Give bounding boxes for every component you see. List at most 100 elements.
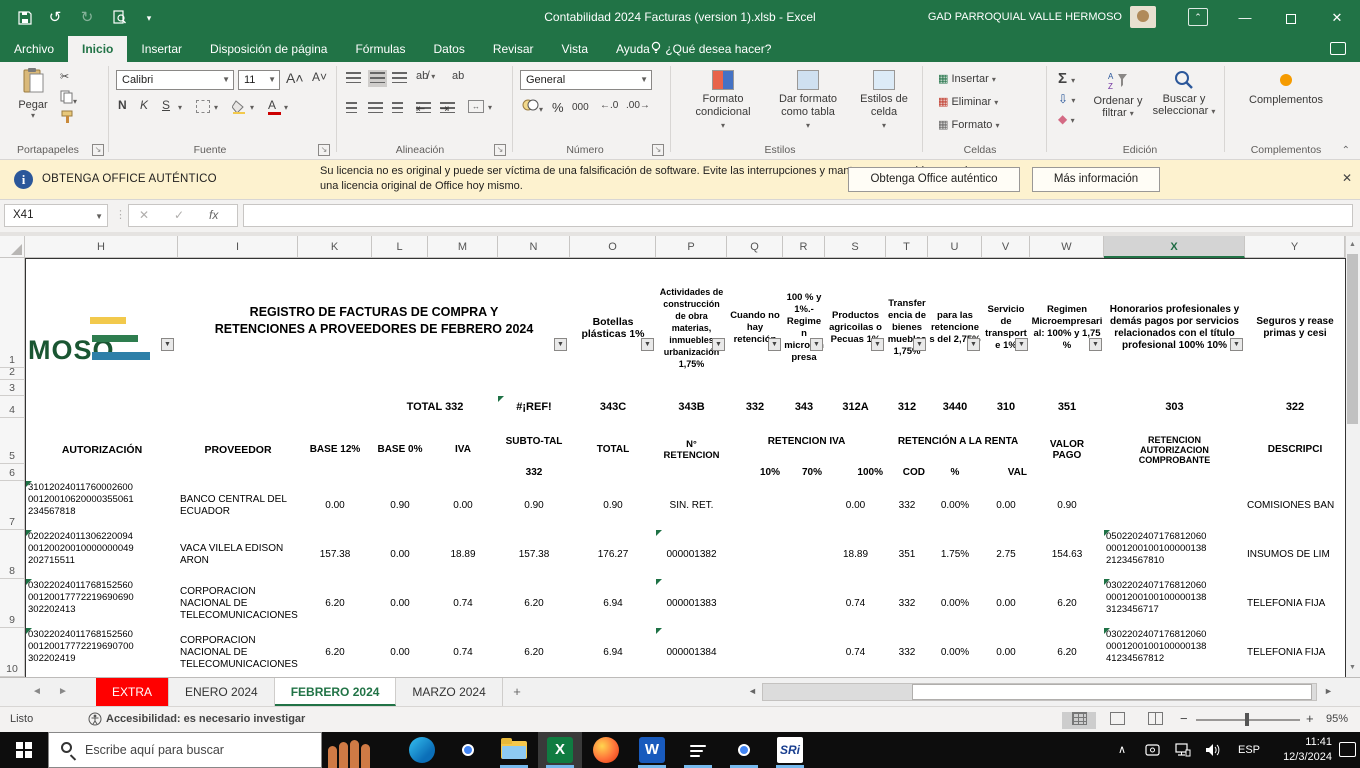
header-proveedor[interactable]: PROVEEDOR (178, 418, 299, 482)
cell-O10[interactable]: 6.94 (570, 628, 657, 677)
user-avatar[interactable] (1130, 6, 1156, 28)
font-color-dropdown-icon[interactable]: ▾ (284, 103, 288, 112)
cell-P10[interactable]: 000001384 (656, 628, 728, 677)
orientation-icon[interactable]: ab̸ ▾ (416, 70, 435, 82)
cell-S10[interactable]: 0.74 (825, 628, 887, 677)
cell-R10[interactable] (783, 628, 826, 677)
tall-header-T[interactable]: Transferencia de bienes muebles 1,75% ▼ (886, 258, 929, 397)
column-header-L[interactable]: L (372, 236, 428, 258)
ribbon-tab-datos[interactable]: Datos (419, 36, 478, 62)
cell-Q4[interactable]: 332 (727, 396, 784, 419)
cell-S8[interactable]: 18.89 (825, 530, 887, 580)
format-painter-icon[interactable] (60, 110, 74, 127)
hscroll-left-icon[interactable]: ◄ (748, 686, 757, 696)
cell-Q7[interactable] (727, 481, 784, 531)
header-subtotal-332[interactable]: 332 (498, 464, 571, 482)
column-header-Q[interactable]: Q (727, 236, 783, 258)
cell-I4[interactable] (178, 396, 299, 419)
taskbar-word-icon[interactable]: W (630, 732, 674, 768)
sheet-tab-extra[interactable]: EXTRA (96, 678, 170, 706)
name-box[interactable]: X41 ▼ (4, 204, 108, 227)
header-ret-10[interactable]: 10% (727, 464, 784, 482)
cell-K9[interactable]: 6.20 (298, 579, 373, 629)
filter-icon-U[interactable]: ▼ (967, 338, 980, 351)
cell-O4[interactable]: 343C (570, 396, 657, 419)
font-color-icon[interactable]: A (268, 98, 281, 115)
cell-Y9[interactable]: TELEFONIA FIJA (1245, 579, 1346, 629)
cancel-entry-icon[interactable]: ✕ (139, 208, 149, 222)
action-center-icon[interactable] (1339, 742, 1356, 757)
minimize-button[interactable]: — (1222, 0, 1268, 36)
header-num-retencion[interactable]: N° RETENCION (656, 418, 728, 482)
logo-cell[interactable]: MOSO ▼ (25, 258, 179, 397)
cell-W10[interactable]: 6.20 (1030, 628, 1105, 677)
wrap-text-icon[interactable]: ab (452, 70, 464, 82)
ribbon-tab-revisar[interactable]: Revisar (479, 36, 548, 62)
cell-N7[interactable]: 0.90 (498, 481, 571, 531)
header-valor-pago[interactable]: VALOR PAGO (1030, 418, 1105, 482)
clear-icon[interactable]: ◆ ▾ (1058, 112, 1075, 126)
zoom-out-icon[interactable]: − (1180, 711, 1188, 726)
cell-R8[interactable] (783, 530, 826, 580)
comma-style-icon[interactable]: 000 (572, 102, 589, 113)
currency-icon[interactable]: ▾ (522, 98, 543, 115)
cell-M9[interactable]: 0.74 (428, 579, 499, 629)
sheet-title-cell[interactable]: REGISTRO DE FACTURAS DE COMPRA Y RETENCI… (178, 258, 571, 397)
header-total[interactable]: TOTAL (570, 418, 657, 482)
decrease-indent-icon[interactable]: ⇤ (416, 102, 431, 115)
cell-V9[interactable]: 0.00 (982, 579, 1031, 629)
cell-O7[interactable]: 0.90 (570, 481, 657, 531)
cell-O8[interactable]: 176.27 (570, 530, 657, 580)
cell-W7[interactable]: 0.90 (1030, 481, 1105, 531)
header-base12[interactable]: BASE 12% (298, 418, 373, 482)
cell-Q10[interactable] (727, 628, 784, 677)
filter-icon-Q[interactable]: ▼ (768, 338, 781, 351)
horizontal-scroll-thumb[interactable] (912, 684, 1312, 700)
row-header-9[interactable]: 9 (0, 579, 25, 628)
align-middle-icon[interactable] (368, 70, 387, 87)
tall-header-V[interactable]: Servicio de transporte 1% ▼ (982, 258, 1031, 397)
header-retencion-renta[interactable]: RETENCIÓN A LA RENTA (886, 418, 1031, 465)
cell-H9[interactable]: 03022024011768152560 0012001777221969069… (25, 579, 179, 629)
cell-M8[interactable]: 18.89 (428, 530, 499, 580)
cell-P4[interactable]: 343B (656, 396, 728, 419)
tall-header-Q[interactable]: Cuando no hay retención ▼ (727, 258, 784, 397)
tall-header-S[interactable]: Productos agricoilas o Pecuas 1% ▼ (825, 258, 887, 397)
ribbon-tab-f-rmulas[interactable]: Fórmulas (341, 36, 419, 62)
scroll-down-icon[interactable]: ▼ (1346, 660, 1359, 676)
sheet-tab-marzo-2024[interactable]: MARZO 2024 (396, 678, 503, 706)
header-retencion-iva[interactable]: RETENCION IVA (727, 418, 887, 465)
hscroll-right-icon[interactable]: ► (1324, 686, 1333, 696)
column-header-U[interactable]: U (928, 236, 982, 258)
cell-I8[interactable]: VACA VILELA EDISON ARON (178, 530, 299, 580)
bold-button[interactable]: N (118, 98, 127, 112)
cell-U8[interactable]: 1.75% (928, 530, 983, 580)
header-ret-100[interactable]: 100% (825, 464, 887, 482)
cell-Q8[interactable] (727, 530, 784, 580)
header-base0[interactable]: BASE 0% (372, 418, 429, 482)
cell-R9[interactable] (783, 579, 826, 629)
tall-header-X[interactable]: Honorarios profesionales y demás pagos p… (1104, 258, 1246, 397)
filter-icon-V[interactable]: ▼ (1015, 338, 1028, 351)
sheet-next-icon[interactable]: ► (58, 686, 68, 697)
insert-cells-button[interactable]: ▦ Insertar ▾ (938, 72, 996, 85)
filter-icon-T[interactable]: ▼ (913, 338, 926, 351)
fill-icon[interactable]: ⇩ ▾ (1058, 92, 1075, 106)
column-header-I[interactable]: I (178, 236, 298, 258)
align-bottom-icon[interactable] (392, 72, 407, 86)
delete-cells-button[interactable]: ▦ Eliminar ▾ (938, 95, 998, 108)
tall-header-P[interactable]: Actividades de construcción de obra mate… (656, 258, 728, 397)
taskbar-spotify-icon[interactable] (676, 732, 720, 768)
taskbar-sri-icon[interactable]: SRi (768, 732, 812, 768)
header-cod[interactable]: COD (886, 464, 929, 482)
clipboard-dialog-launcher[interactable]: ↘ (92, 144, 104, 156)
tray-volume-icon[interactable] (1200, 732, 1226, 768)
cell-P8[interactable]: 000001382 (656, 530, 728, 580)
format-cells-button[interactable]: ▦ Formato ▾ (938, 118, 1000, 131)
cell-I10[interactable]: CORPORACION NACIONAL DE TELECOMUNICACION… (178, 628, 299, 677)
align-dialog-launcher[interactable]: ↘ (494, 144, 506, 156)
row-header-3[interactable]: 3 (0, 380, 25, 396)
ribbon-display-options-icon[interactable]: ⌃ (1188, 8, 1208, 26)
cell-X10[interactable]: 0302202407176812060 0001200100100000138 … (1104, 628, 1246, 677)
column-header-P[interactable]: P (656, 236, 727, 258)
